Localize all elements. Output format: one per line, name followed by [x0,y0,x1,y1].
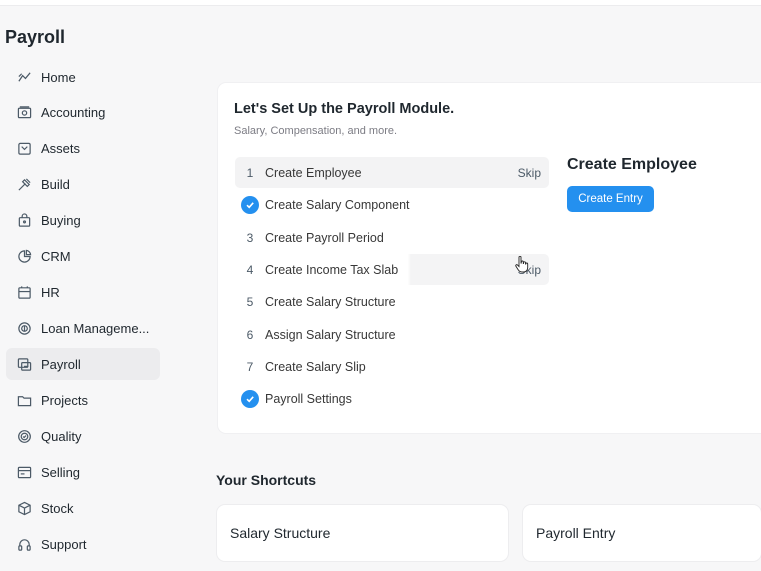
step-detail-title: Create Employee [567,156,697,173]
support-icon [16,536,32,552]
sidebar-item-label: CRM [41,248,71,264]
sidebar-item-build[interactable]: Build [6,168,160,200]
sidebar-item-hr[interactable]: HR [6,276,160,308]
sidebar-item-crm[interactable]: CRM [6,240,160,272]
build-icon [16,176,32,192]
sidebar-item-buying[interactable]: Buying [6,204,160,236]
payroll-icon [16,356,32,372]
step-create-salary-slip[interactable]: 7 Create Salary Slip [235,351,549,382]
shortcut-salary-structure[interactable]: Salary Structure [217,505,508,561]
step-label: Payroll Settings [265,391,352,406]
shortcut-label: Payroll Entry [536,525,616,541]
sidebar-item-label: HR [41,284,60,300]
hr-icon [16,284,32,300]
sidebar: Home Accounting Assets Build Buying CRM … [6,64,160,571]
quality-icon [16,428,32,444]
sidebar-item-stock[interactable]: Stock [6,492,160,524]
sidebar-item-label: Quality [41,428,82,444]
shortcuts-heading: Your Shortcuts [216,472,317,488]
step-label: Create Payroll Period [265,230,384,245]
sidebar-item-label: Home [41,69,76,85]
step-number: 6 [246,327,254,342]
sidebar-item-accounting[interactable]: Accounting [6,96,160,128]
step-number: 3 [246,230,254,245]
buying-icon [16,212,32,228]
create-entry-button[interactable]: Create Entry [567,186,654,212]
step-number: 5 [246,294,254,309]
step-number: 1 [246,165,254,180]
hand-cursor-icon [515,256,529,273]
step-number: 7 [246,359,254,374]
sidebar-item-selling[interactable]: Selling [6,456,160,488]
step-check [235,389,265,408]
step-label: Create Employee [265,165,362,180]
sidebar-item-label: Build [41,176,70,192]
step-create-salary-structure[interactable]: 5 Create Salary Structure [235,286,549,317]
home-icon [16,69,32,85]
sidebar-item-label: Stock [41,500,74,516]
check-icon [241,195,259,214]
step-label: Create Salary Structure [265,294,396,309]
onboarding-subtitle: Salary, Compensation, and more. [234,125,398,137]
sidebar-item-label: Assets [41,140,81,156]
loan-icon [16,320,32,336]
step-payroll-settings[interactable]: Payroll Settings [235,383,549,414]
check-icon [241,389,259,408]
sidebar-item-support[interactable]: Support [6,528,160,560]
stock-icon [16,500,32,516]
sidebar-item-payroll[interactable]: Payroll [6,348,160,380]
selling-icon [16,464,32,480]
top-navbar [0,0,761,6]
step-create-payroll-period[interactable]: 3 Create Payroll Period [235,222,549,253]
sidebar-item-label: Buying [41,212,81,228]
page-title: Payroll [5,27,66,47]
sidebar-item-quality[interactable]: Quality [6,420,160,452]
step-create-salary-component[interactable]: Create Salary Component [235,189,549,220]
sidebar-item-label: Accounting [41,104,106,120]
shortcut-payroll-entry[interactable]: Payroll Entry [523,505,761,561]
sidebar-item-label: Payroll [41,356,81,372]
step-create-employee[interactable]: 1 Create Employee Skip [235,157,549,188]
sidebar-item-label: Loan Manageme... [41,320,150,336]
sidebar-item-assets[interactable]: Assets [6,132,160,164]
onboarding-title: Let's Set Up the Payroll Module. [234,101,455,117]
step-create-income-tax-slab[interactable]: 4 Create Income Tax Slab Skip [235,254,549,285]
sidebar-item-projects[interactable]: Projects [6,384,160,416]
sidebar-item-home[interactable]: Home [6,64,160,93]
crm-icon [16,248,32,264]
step-label: Create Salary Slip [265,359,366,374]
onboarding-card: Let's Set Up the Payroll Module. Salary,… [218,83,761,433]
skip-button[interactable]: Skip [518,166,541,180]
step-check [235,195,265,214]
step-assign-salary-structure[interactable]: 6 Assign Salary Structure [235,319,549,350]
sidebar-item-loan-management[interactable]: Loan Manageme... [6,312,160,344]
step-number: 4 [246,262,254,277]
sidebar-item-label: Projects [41,392,88,408]
accounting-icon [16,104,32,120]
shortcut-label: Salary Structure [230,525,331,541]
sidebar-item-label: Selling [41,464,81,480]
step-label: Create Income Tax Slab [265,262,399,277]
step-label: Create Salary Component [265,197,410,212]
assets-icon [16,140,32,156]
step-label: Assign Salary Structure [265,327,396,342]
sidebar-item-label: Support [41,536,87,552]
projects-icon [16,392,32,408]
